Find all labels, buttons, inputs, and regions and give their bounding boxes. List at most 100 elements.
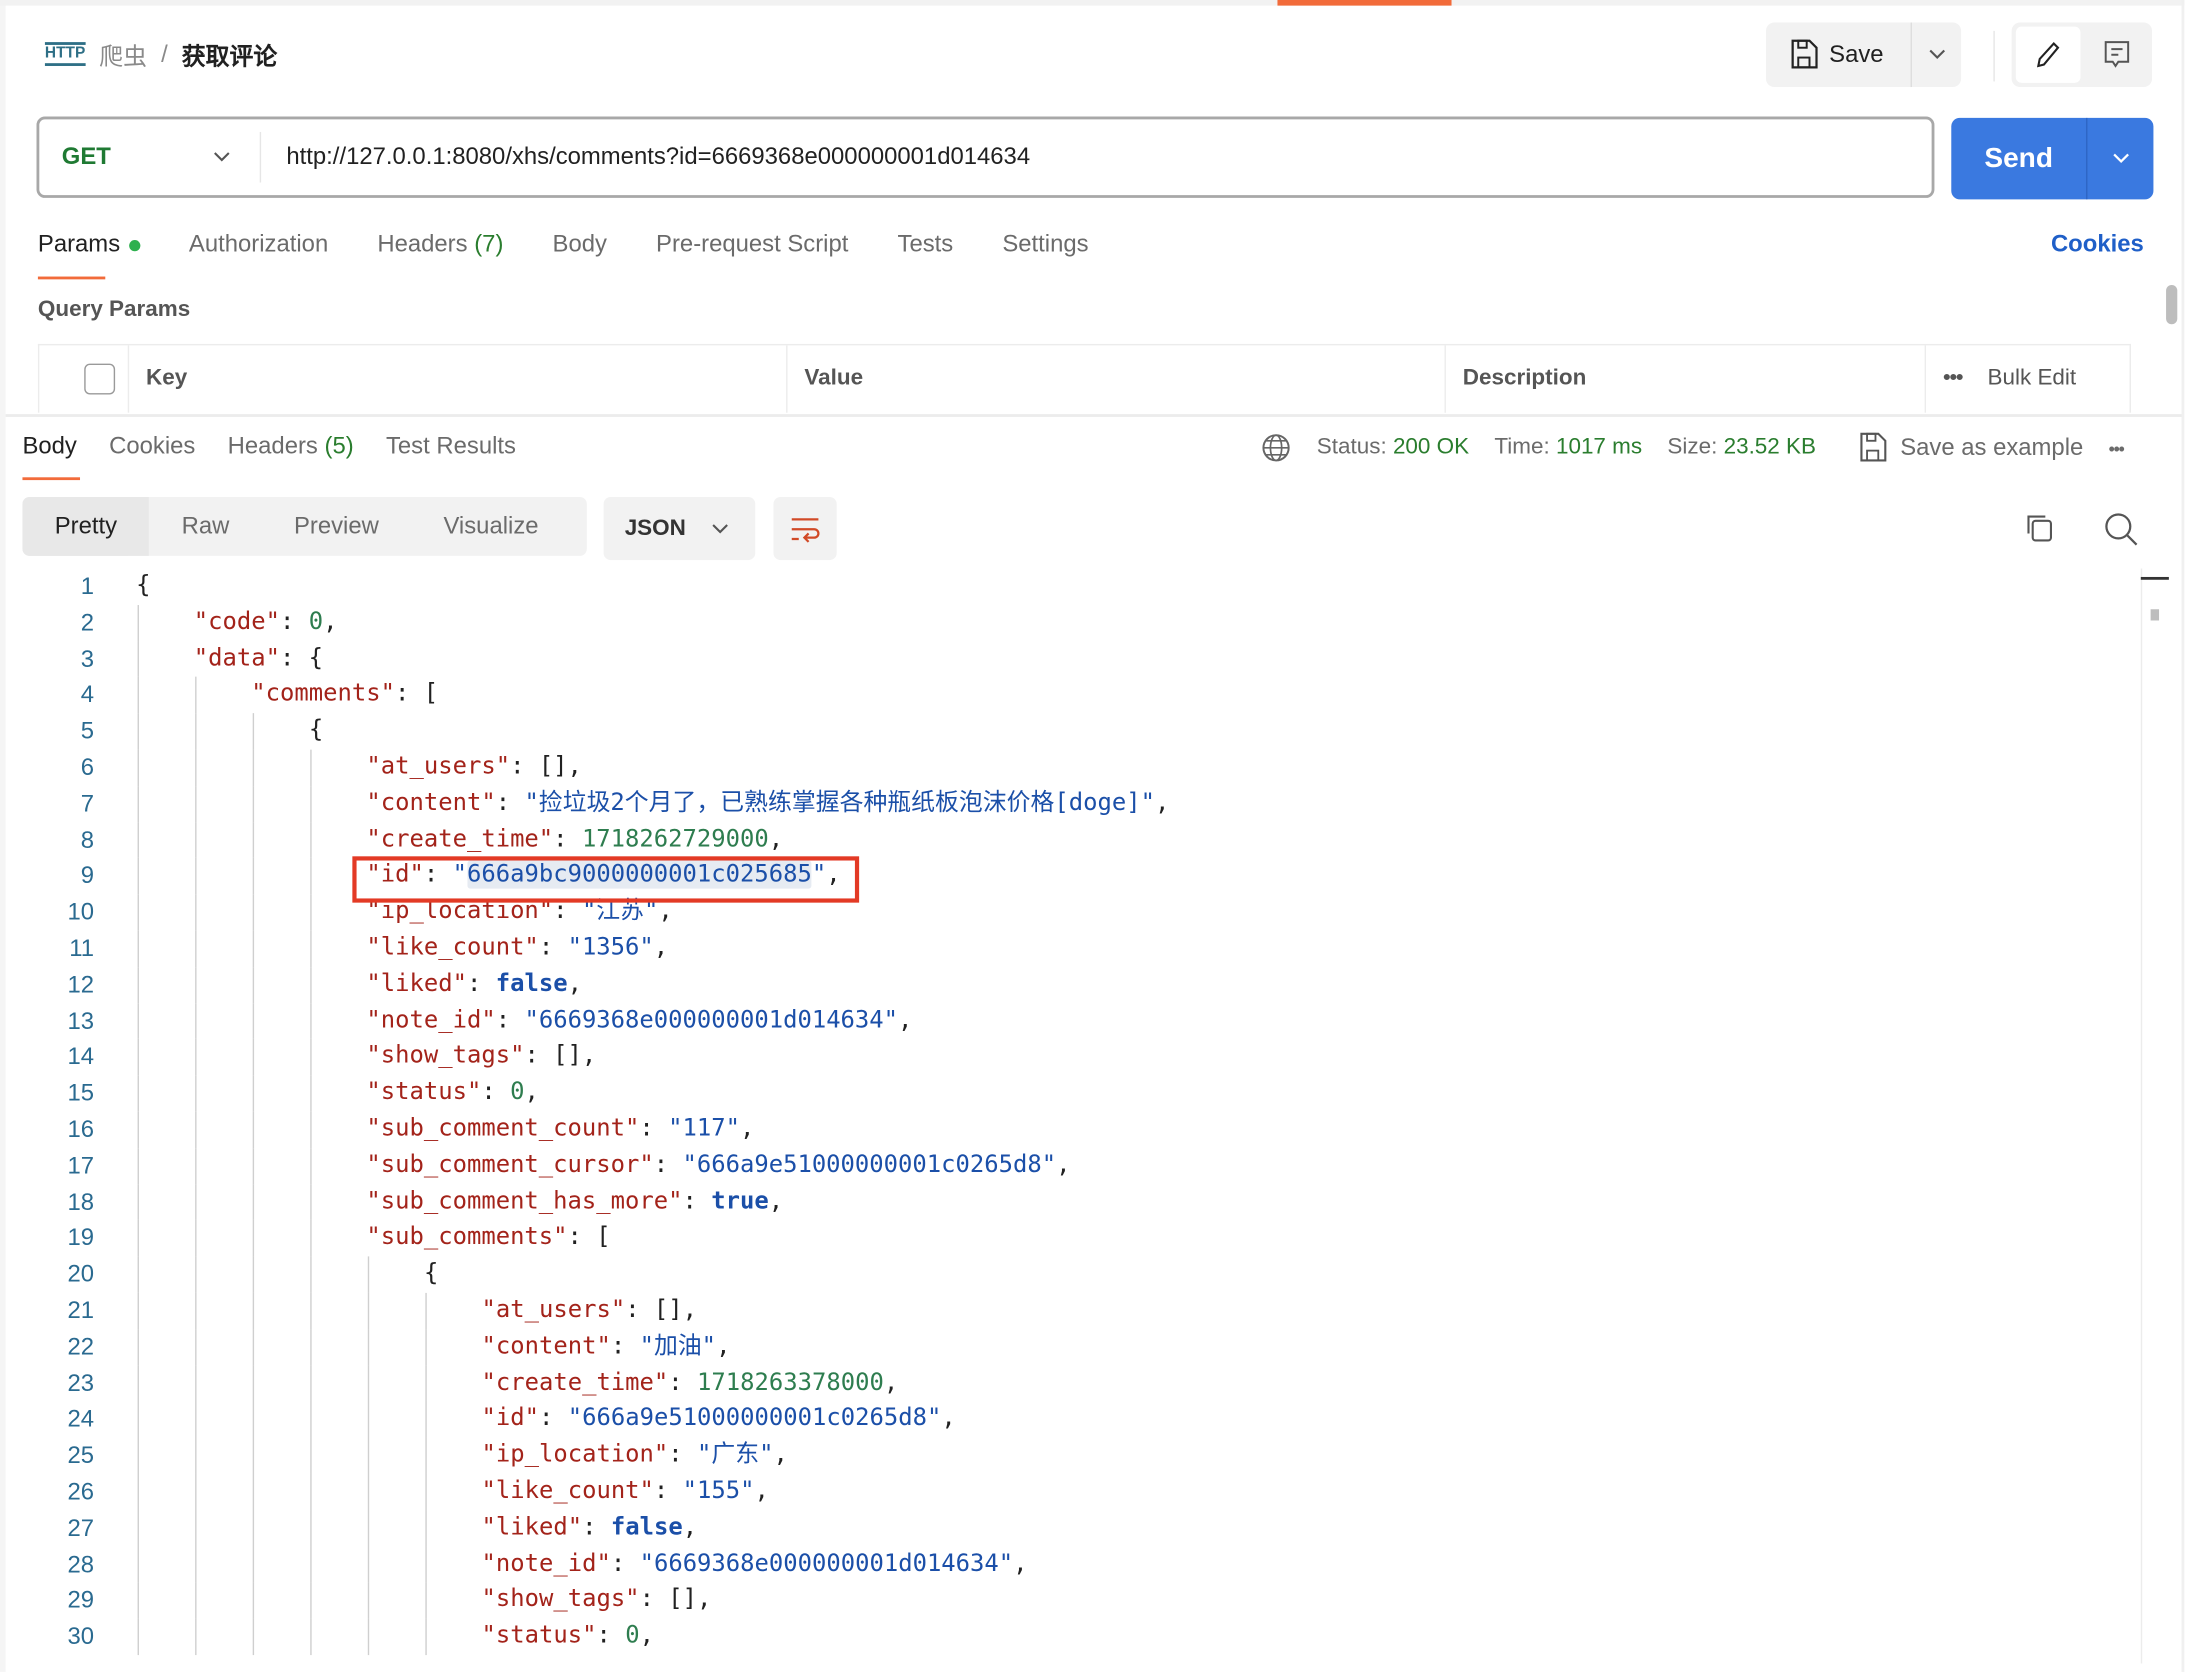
json-punctuation: : <box>682 1187 712 1216</box>
breadcrumb-collection[interactable]: 爬虫 <box>99 36 147 71</box>
tab-tests[interactable]: Tests <box>898 230 954 279</box>
tab-headers[interactable]: Headers (7) <box>377 230 503 279</box>
response-time[interactable]: Time: 1017 ms <box>1494 435 1642 460</box>
more-options-icon[interactable]: ••• <box>2109 437 2125 458</box>
view-pretty[interactable]: Pretty <box>22 496 150 556</box>
send-button[interactable]: Send <box>1951 117 2088 200</box>
http-request-icon: HTTP <box>44 42 86 66</box>
code-content: "note_id": "6669368e000000001d014634", <box>366 1003 912 1039</box>
response-size[interactable]: Size: 23.52 KB <box>1667 435 1816 460</box>
code-line: "like_count": "155", <box>0 1473 2134 1511</box>
tab-pre-request-script[interactable]: Pre-request Script <box>656 230 848 279</box>
select-all-checkbox[interactable] <box>84 363 116 395</box>
json-key: "at_users" <box>366 752 511 781</box>
globe-icon[interactable] <box>1261 432 1292 463</box>
indent-guide <box>195 749 197 786</box>
json-punctuation: : <box>668 1440 698 1469</box>
tab-settings[interactable]: Settings <box>1002 230 1088 279</box>
tab-response-headers[interactable]: Headers (5) <box>228 432 354 480</box>
editor-scroll-track[interactable] <box>2140 568 2143 1664</box>
tab-authorization[interactable]: Authorization <box>189 230 328 279</box>
indent-guide <box>310 930 312 967</box>
indent-guide <box>252 1148 255 1185</box>
edit-button[interactable] <box>2015 26 2081 83</box>
headers-count: (7) <box>474 230 504 257</box>
tab-test-results[interactable]: Test Results <box>386 432 516 480</box>
code-line: "note_id": "6669368e000000001d014634", <box>0 1003 2134 1040</box>
indent-guide <box>195 1220 197 1257</box>
request-pane-scrollbar[interactable] <box>2166 284 2178 325</box>
indent-guide <box>367 1473 370 1511</box>
code-line: "create_time": 1718262729000, <box>0 822 2134 859</box>
json-punctuation: : <box>610 1549 640 1578</box>
indent-guide <box>425 1329 427 1366</box>
code-content: { <box>136 569 150 605</box>
indent-guide <box>137 1365 139 1402</box>
code-content: "id": "666a9e51000000001c0265d8", <box>482 1402 956 1438</box>
tab-label: Authorization <box>188 230 329 257</box>
comments-button[interactable] <box>2085 27 2150 83</box>
method-select[interactable]: GET <box>39 131 262 183</box>
send-options-button[interactable] <box>2087 118 2153 199</box>
breadcrumb-request-name[interactable]: 获取评论 <box>182 36 277 71</box>
json-key: "sub_comment_cursor" <box>366 1150 654 1179</box>
bulk-edit-button[interactable]: Bulk Edit <box>1988 366 2077 391</box>
indent-guide <box>195 858 197 895</box>
json-punctuation: , <box>768 1187 784 1216</box>
save-as-example-button[interactable]: Save as example <box>1858 432 2083 463</box>
tab-body[interactable]: Body <box>553 230 607 279</box>
format-select[interactable]: JSON <box>603 496 756 561</box>
json-punctuation: : <box>668 1368 698 1397</box>
wrap-lines-button[interactable] <box>773 496 837 561</box>
json-punctuation: : [], <box>510 752 582 781</box>
json-punctuation: , <box>323 607 338 636</box>
view-preview[interactable]: Preview <box>262 497 411 556</box>
url-input[interactable]: http://127.0.0.1:8080/xhs/comments?id=66… <box>261 143 1030 171</box>
search-button[interactable] <box>2103 511 2139 555</box>
indent-guide <box>195 1401 197 1438</box>
json-punctuation: , <box>1154 788 1170 817</box>
editor-scrollbar-thumb[interactable] <box>2150 609 2160 621</box>
headers-count: (5) <box>324 432 354 460</box>
tab-params[interactable]: Params <box>37 230 140 280</box>
json-key: "status" <box>366 1078 482 1107</box>
tab-label: Body <box>22 432 77 460</box>
view-visualize[interactable]: Visualize <box>411 497 571 556</box>
more-options-icon[interactable]: ••• <box>1943 366 1964 391</box>
code-content: "create_time": 1718263378000, <box>482 1365 899 1401</box>
indent-guide <box>137 1039 139 1076</box>
indent-guide <box>195 1111 197 1149</box>
tab-response-body[interactable]: Body <box>22 432 80 481</box>
json-punctuation: : <box>481 1078 511 1107</box>
indent-guide <box>137 1546 139 1583</box>
code-line: "show_tags": [], <box>0 1582 2134 1619</box>
json-punctuation: : <box>582 1513 611 1542</box>
json-punctuation: { <box>308 716 324 745</box>
tab-response-cookies[interactable]: Cookies <box>109 432 195 480</box>
indent-guide <box>195 1256 197 1293</box>
json-key: "show_tags" <box>366 1042 525 1071</box>
tab-label: Pre-request Script <box>656 230 849 257</box>
indent-guide <box>195 1510 197 1547</box>
json-key: "liked" <box>481 1513 583 1542</box>
response-status[interactable]: Status: 200 OK <box>1317 435 1469 460</box>
pane-divider[interactable] <box>5 414 2182 417</box>
code-line: "like_count": "1356", <box>0 930 2134 967</box>
indent-guide <box>195 1437 197 1474</box>
code-content: "status": 0, <box>366 1076 538 1112</box>
indent-guide <box>137 1148 139 1185</box>
view-raw[interactable]: Raw <box>149 497 261 556</box>
save-options-button[interactable] <box>1912 22 1961 87</box>
indent-guide <box>252 966 255 1004</box>
tab-label: Params <box>37 230 121 257</box>
code-line: "data": { <box>0 640 2134 678</box>
json-string: "6669368e000000001d014634" <box>639 1549 1014 1578</box>
cookies-link[interactable]: Cookies <box>2051 230 2144 258</box>
indent-guide <box>310 1437 312 1474</box>
indent-guide <box>195 713 197 750</box>
code-line: "sub_comment_has_more": true, <box>0 1184 2134 1221</box>
save-button[interactable]: Save <box>1766 22 1912 88</box>
json-punctuation: : { <box>279 643 324 672</box>
copy-button[interactable] <box>2023 511 2057 552</box>
json-punctuation: : <box>553 824 582 853</box>
